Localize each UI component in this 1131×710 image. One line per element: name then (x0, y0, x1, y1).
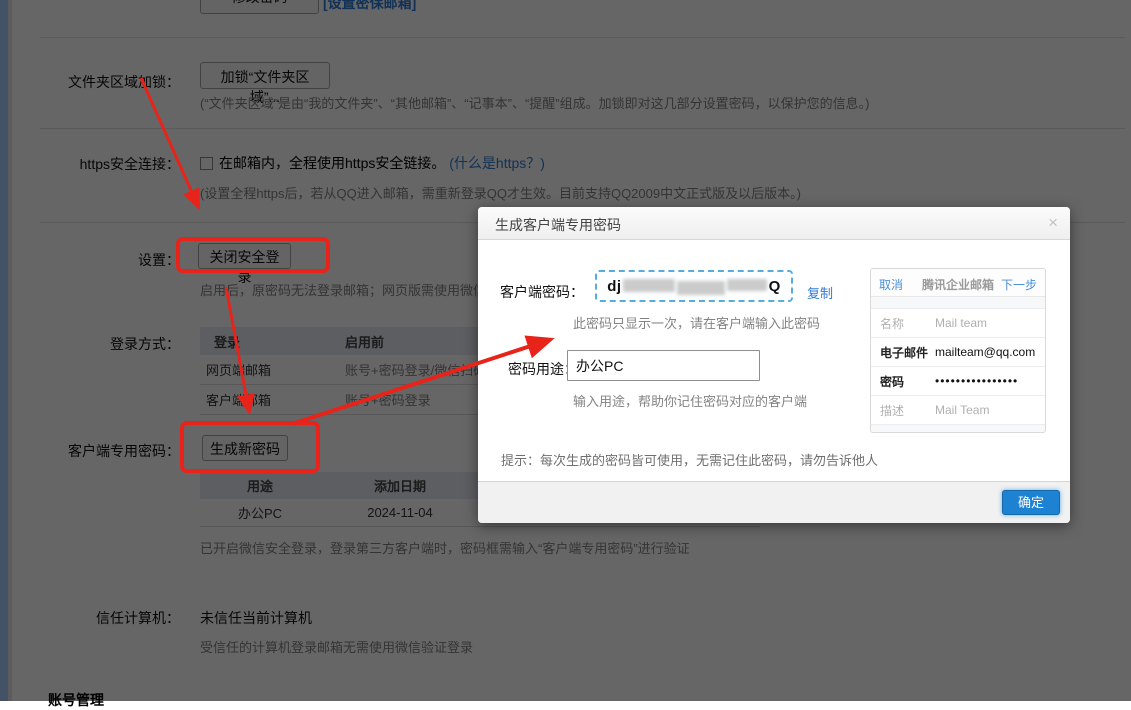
password-once-hint: 此密码只显示一次，请在客户端输入此密码 (573, 316, 821, 331)
mail-client-setup-screenshot: 取消 腾讯企业邮箱 下一步 名称 Mail team 电子邮件 mailteam… (870, 268, 1046, 433)
password-redacted-block (726, 278, 767, 291)
client-field-label: 密码 (880, 374, 905, 389)
client-field-value: mailteam@qq.com (935, 345, 1036, 359)
client-field-label: 名称 (880, 316, 905, 331)
client-field-label: 电子邮件 (880, 345, 929, 360)
client-next-label: 下一步 (1000, 278, 1037, 292)
dialog-tip: 提示：每次生成的密码皆可使用，无需记住此密码，请勿告诉他人 (501, 453, 879, 468)
client-field-value: •••••••••••••••• (935, 374, 1019, 388)
client-setup-footer-spacer (871, 425, 1045, 432)
client-field-description: 描述 Mail Team (871, 396, 1045, 425)
password-usage-hint: 输入用途，帮助你记住密码对应的客户端 (573, 394, 808, 409)
client-field-value: Mail team (935, 316, 988, 330)
client-setup-spacer (871, 297, 1045, 309)
generated-password-box: dj Q (595, 270, 793, 302)
confirm-button[interactable]: 确定 (1002, 490, 1060, 515)
password-usage-input[interactable] (567, 350, 760, 381)
close-icon[interactable]: × (1048, 213, 1058, 233)
password-visible-prefix: dj (607, 277, 622, 295)
client-field-password: 密码 •••••••••••••••• (871, 367, 1045, 396)
password-redacted-block (676, 281, 725, 295)
copy-password-link[interactable]: 复制 (807, 283, 833, 302)
client-setup-header: 取消 腾讯企业邮箱 下一步 (871, 269, 1045, 297)
client-field-name: 名称 Mail team (871, 309, 1045, 338)
dialog-footer: 确定 (478, 481, 1070, 523)
password-redacted-block (622, 278, 675, 292)
dialog-header: 生成客户端专用密码 × (478, 207, 1070, 240)
client-field-value: Mail Team (935, 403, 990, 417)
dialog-title: 生成客户端专用密码 (495, 217, 621, 233)
client-password-field-label: 客户端密码： (500, 284, 584, 300)
password-visible-suffix: Q (768, 277, 781, 295)
client-field-email: 电子邮件 mailteam@qq.com (871, 338, 1045, 367)
client-field-label: 描述 (880, 403, 905, 418)
generate-client-password-dialog: 生成客户端专用密码 × 客户端密码： dj Q 复制 此密码只显示一次，请在客户端… (478, 207, 1070, 523)
